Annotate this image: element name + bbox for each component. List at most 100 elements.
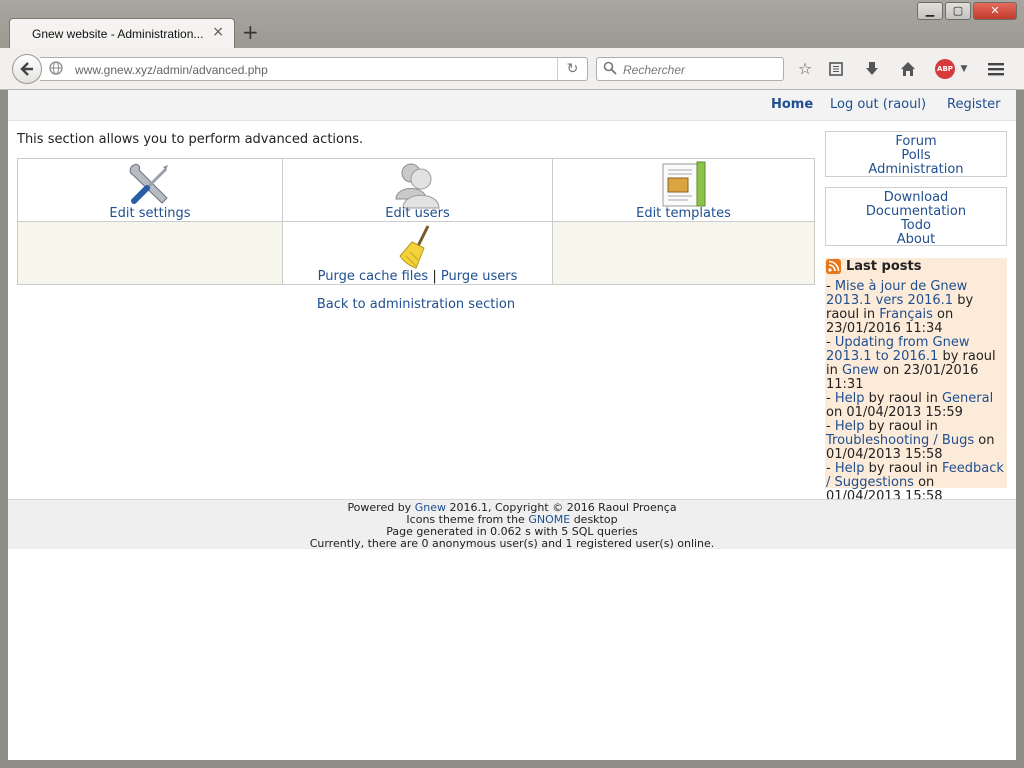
- reading-list-icon[interactable]: [825, 58, 847, 80]
- post-link[interactable]: Help: [835, 419, 865, 434]
- edit-settings-link[interactable]: Edit settings: [18, 206, 282, 221]
- search-input[interactable]: Rechercher: [596, 57, 784, 81]
- close-button[interactable]: ✕: [973, 2, 1017, 20]
- post-date: 01/04/2013 15:58: [826, 447, 943, 462]
- sidebar-item-download[interactable]: Download: [826, 191, 1006, 205]
- footer-online: Currently, there are 0 anonymous user(s)…: [309, 537, 715, 550]
- edit-templates-cell: Edit templates: [552, 158, 815, 222]
- back-button[interactable]: [12, 54, 42, 84]
- sidebar-item-todo[interactable]: Todo: [826, 219, 1006, 233]
- edit-users-cell: Edit users: [282, 158, 553, 222]
- list-item: - Updating from Gnew 2013.1 to 2016.1 by…: [826, 335, 996, 392]
- in-text: in: [863, 307, 876, 322]
- last-posts-panel: Last posts - Mise à jour de Gnew 2013.1 …: [825, 258, 1007, 504]
- by-text: by: [868, 391, 885, 406]
- powered-prefix: Powered by: [347, 501, 412, 514]
- sidebar-box-main: Forum Polls Administration: [825, 131, 1007, 177]
- by-text: by: [868, 461, 885, 476]
- edit-templates-link[interactable]: Edit templates: [553, 206, 814, 221]
- post-author: raoul: [888, 461, 922, 476]
- page-content: Home Log out (raoul) Register This secti…: [8, 90, 1016, 760]
- on-text: on: [883, 363, 900, 378]
- list-item: - Help by raoul in Feedback / Suggestion…: [826, 461, 1004, 504]
- post-author: raoul: [962, 349, 996, 364]
- search-placeholder: Rechercher: [623, 63, 686, 77]
- last-posts-heading: Last posts: [826, 259, 1006, 274]
- admin-actions-table: Edit settings Edit users Edit templates …: [17, 158, 815, 285]
- url-bar[interactable]: www.gnew.xyz/admin/advanced.php ↻: [40, 57, 588, 81]
- intro-text: This section allows you to perform advan…: [17, 132, 364, 147]
- sidebar-box-project: Download Documentation Todo About: [825, 187, 1007, 247]
- browser-tab[interactable]: Gnew website - Administration... ×: [9, 18, 235, 48]
- sidebar-item-administration[interactable]: Administration: [826, 163, 1006, 177]
- in-text: in: [925, 391, 938, 406]
- new-tab-button[interactable]: +: [242, 22, 259, 42]
- back-to-admin-link[interactable]: Back to administration section: [8, 297, 824, 312]
- post-author: raoul: [826, 307, 860, 322]
- empty-cell: [552, 221, 815, 285]
- edit-settings-cell: Edit settings: [17, 158, 283, 222]
- post-date: 23/01/2016 11:34: [826, 321, 943, 336]
- globe-icon: [49, 61, 63, 79]
- post-date: 01/04/2013 15:59: [846, 405, 963, 420]
- post-link[interactable]: Help: [835, 391, 865, 406]
- top-navigation: Home Log out (raoul) Register: [8, 90, 1016, 121]
- home-icon[interactable]: [897, 58, 919, 80]
- purge-users-link[interactable]: Purge users: [441, 269, 517, 284]
- window-titlebar: Gnew website - Administration... × + ▁ ▢…: [0, 0, 1024, 48]
- search-icon: [603, 61, 617, 79]
- on-text: on: [978, 433, 995, 448]
- list-item: - Mise à jour de Gnew 2013.1 vers 2016.1…: [826, 279, 974, 336]
- download-icon[interactable]: [861, 58, 883, 80]
- broom-icon[interactable]: [398, 224, 438, 274]
- menu-icon[interactable]: [985, 58, 1007, 80]
- adblock-plus-icon[interactable]: ABP: [935, 59, 955, 79]
- sidebar-item-about[interactable]: About: [826, 233, 1006, 247]
- browser-toolbar: www.gnew.xyz/admin/advanced.php ↻ Recher…: [0, 48, 1024, 90]
- nav-logout-link[interactable]: Log out (raoul): [830, 97, 926, 112]
- nav-register-link[interactable]: Register: [947, 97, 1001, 112]
- edit-users-link[interactable]: Edit users: [283, 206, 552, 221]
- sidebar-item-forum[interactable]: Forum: [826, 135, 1006, 149]
- post-link[interactable]: Mise à jour de Gnew 2013.1 vers 2016.1: [826, 279, 967, 308]
- forum-link[interactable]: Troubleshooting / Bugs: [826, 433, 974, 448]
- in-text: in: [826, 363, 838, 378]
- on-text: on: [918, 475, 935, 490]
- on-text: on: [937, 307, 954, 322]
- purge-separator: |: [432, 269, 437, 284]
- reload-icon[interactable]: ↻: [557, 58, 587, 80]
- in-text: in: [925, 419, 938, 434]
- purge-cell: Purge cache files | Purge users: [282, 221, 553, 285]
- maximize-button[interactable]: ▢: [945, 2, 971, 20]
- tools-icon[interactable]: [126, 161, 174, 211]
- purge-links: Purge cache files | Purge users: [283, 269, 552, 284]
- by-text: by: [957, 293, 974, 308]
- sidebar-item-documentation[interactable]: Documentation: [826, 205, 1006, 219]
- on-text: on: [826, 405, 843, 420]
- rss-icon[interactable]: [826, 259, 841, 274]
- forum-link[interactable]: General: [942, 391, 993, 406]
- post-author: raoul: [888, 419, 922, 434]
- sidebar-item-polls[interactable]: Polls: [826, 149, 1006, 163]
- tab-close-icon[interactable]: ×: [212, 24, 224, 40]
- post-author: raoul: [888, 391, 922, 406]
- forum-link[interactable]: Français: [879, 307, 933, 322]
- forum-link[interactable]: Gnew: [842, 363, 879, 378]
- in-text: in: [925, 461, 938, 476]
- empty-cell: [17, 221, 283, 285]
- minimize-button[interactable]: ▁: [917, 2, 943, 20]
- url-text[interactable]: www.gnew.xyz/admin/advanced.php: [75, 63, 268, 77]
- tab-title: Gnew website - Administration...: [32, 27, 204, 41]
- star-icon[interactable]: ☆: [794, 58, 816, 80]
- templates-icon[interactable]: [660, 161, 708, 211]
- by-text: by: [868, 419, 885, 434]
- by-text: by: [942, 349, 959, 364]
- last-posts-title: Last posts: [846, 258, 922, 274]
- page-footer: Powered by Gnew 2016.1, Copyright © 2016…: [8, 499, 1016, 550]
- post-link[interactable]: Help: [835, 461, 865, 476]
- chevron-down-icon[interactable]: ▼: [953, 58, 975, 80]
- list-item: - Help by raoul in General on 01/04/2013…: [826, 391, 994, 420]
- list-item: - Help by raoul in Troubleshooting / Bug…: [826, 419, 995, 462]
- nav-home-link[interactable]: Home: [771, 97, 813, 112]
- purge-cache-link[interactable]: Purge cache files: [318, 269, 429, 284]
